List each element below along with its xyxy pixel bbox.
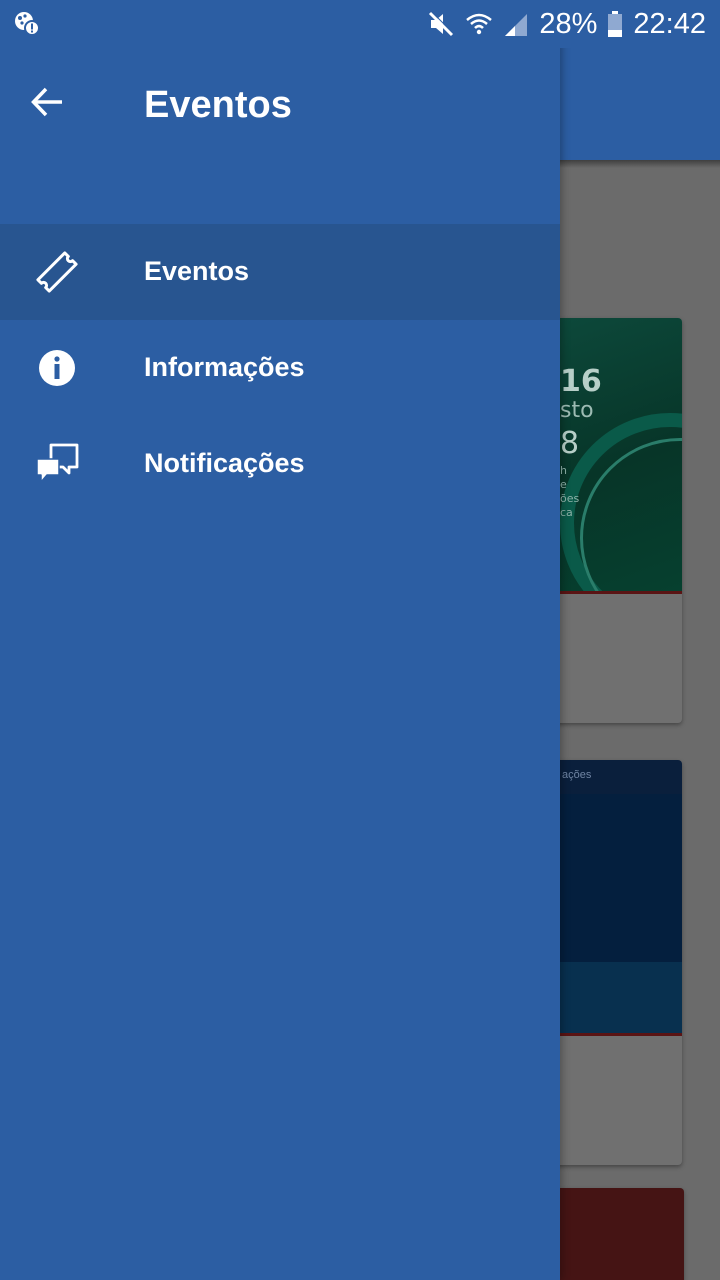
poster-text-small: h e ões ca	[560, 464, 580, 519]
status-icons: 28% 22:42	[427, 6, 706, 42]
notification-alert-icon	[13, 10, 41, 38]
menu-item-label: Notificações	[144, 448, 305, 478]
poster-text-day: 16	[560, 364, 602, 399]
drawer-header: Eventos	[0, 48, 560, 160]
drawer-menu: Eventos Informações Notificações	[0, 224, 560, 512]
arrow-left-icon	[30, 84, 66, 125]
info-icon	[33, 344, 81, 392]
ticket-icon	[33, 248, 81, 296]
mute-icon	[427, 10, 455, 38]
menu-item-label: Informações	[144, 352, 305, 382]
menu-item-informacoes[interactable]: Informações	[0, 320, 560, 416]
menu-item-eventos[interactable]: Eventos	[0, 224, 560, 320]
poster-text-month: sto	[560, 398, 594, 423]
menu-item-notificacoes[interactable]: Notificações	[0, 416, 560, 512]
signal-icon	[503, 10, 529, 38]
back-button[interactable]	[20, 80, 76, 128]
menu-item-label: Eventos	[144, 256, 250, 286]
battery-percent: 28%	[539, 7, 598, 40]
wifi-icon	[465, 10, 493, 38]
status-bar: 28% 22:42	[0, 0, 720, 48]
poster-text-year: 8	[560, 426, 580, 461]
clock: 22:42	[633, 7, 706, 40]
drawer-title: Eventos	[144, 84, 292, 126]
battery-icon	[607, 10, 623, 38]
chat-bubbles-icon	[33, 440, 81, 488]
poster-2-header-text: ações	[562, 769, 592, 781]
navigation-drawer: Eventos Eventos Informações Notificações	[0, 0, 560, 1280]
